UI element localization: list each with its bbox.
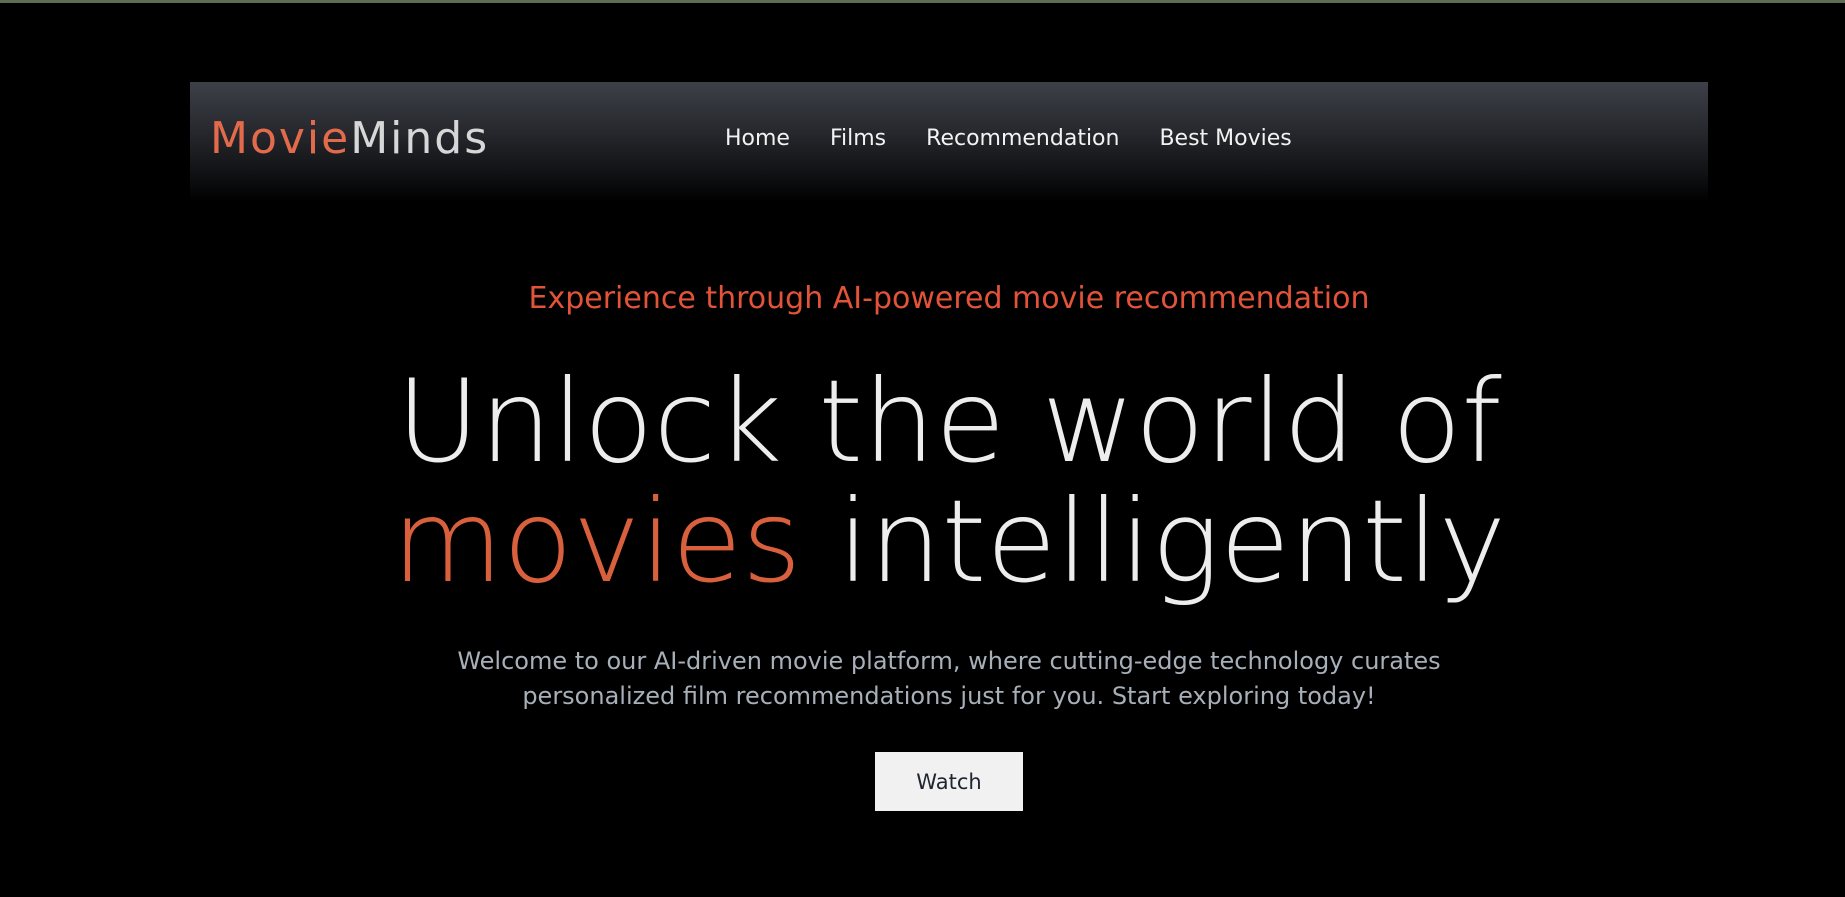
hero-headline: Unlock the world of movies intelligently — [0, 362, 1845, 602]
nav-item-recommendation[interactable]: Recommendation — [926, 128, 1119, 150]
nav-item-best-movies[interactable]: Best Movies — [1159, 128, 1291, 150]
description-line-2: personalized film recommendations just f… — [522, 682, 1376, 710]
hero-description: Welcome to our AI-driven movie platform,… — [0, 644, 1845, 714]
nav-item-films[interactable]: Films — [830, 128, 886, 150]
headline-line-2-rest: intelligently — [801, 475, 1507, 608]
site-logo[interactable]: MovieMinds — [210, 117, 489, 161]
headline-line-1: Unlock the world of — [396, 355, 1502, 488]
logo-part-minds: Minds — [350, 113, 490, 164]
top-border — [0, 0, 1845, 3]
hero-tagline: Experience through AI-powered movie reco… — [528, 281, 1370, 316]
nav-item-home[interactable]: Home — [725, 128, 790, 150]
watch-button[interactable]: Watch — [875, 752, 1023, 811]
page: MovieMinds Home Films Recommendation Bes… — [0, 0, 1845, 897]
description-line-1: Welcome to our AI-driven movie platform,… — [457, 647, 1441, 675]
logo-part-movie: Movie — [210, 113, 351, 164]
navbar: MovieMinds Home Films Recommendation Bes… — [190, 82, 1708, 202]
headline-accent-word: movies — [391, 475, 802, 608]
nav-links: Home Films Recommendation Best Movies — [725, 128, 1332, 150]
